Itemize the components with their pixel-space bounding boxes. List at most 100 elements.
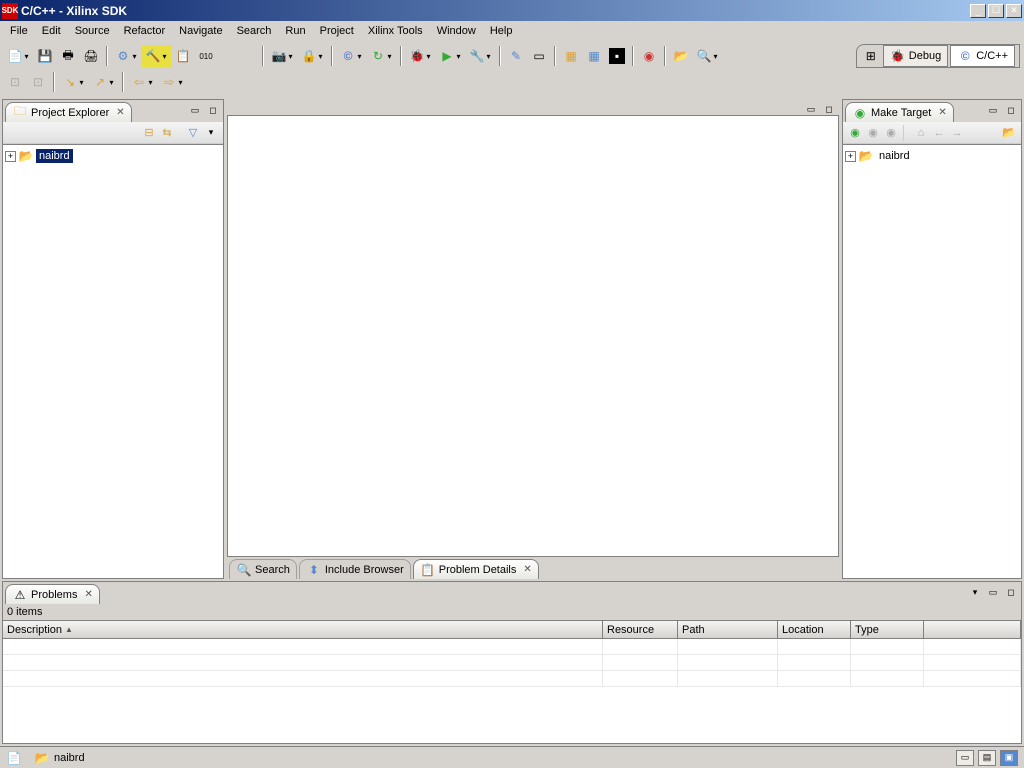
- back-button[interactable]: ⇦▾: [128, 71, 157, 93]
- minimize-view-button[interactable]: ▭: [985, 584, 1001, 600]
- expand-icon[interactable]: +: [5, 151, 16, 162]
- perspective-debug-label: Debug: [909, 50, 941, 62]
- camera-button[interactable]: 📷▾: [268, 45, 297, 67]
- search-tab[interactable]: 🔍 Search: [229, 559, 297, 579]
- search-tool-button[interactable]: 🔍▾: [693, 45, 722, 67]
- project-explorer-tab[interactable]: 🗀 Project Explorer ✕: [5, 102, 132, 122]
- col-description[interactable]: Description▲: [3, 621, 603, 638]
- binary-button[interactable]: 010: [195, 45, 217, 67]
- minimize-button[interactable]: _: [970, 4, 986, 18]
- console-button[interactable]: ▪: [606, 45, 628, 67]
- col-type[interactable]: Type: [851, 621, 924, 638]
- tool-a[interactable]: ⊡: [4, 71, 26, 93]
- refresh-g-button[interactable]: ↻▾: [367, 45, 396, 67]
- minimize-view-button[interactable]: ▭: [985, 102, 1001, 118]
- project-explorer-toolbar: ⊟ ⇆ ▽ ▾: [3, 122, 223, 144]
- window-title: C/C++ - Xilinx SDK: [21, 4, 970, 18]
- collapse-all-button[interactable]: ⊟: [141, 125, 157, 141]
- problems-tab[interactable]: ⚠ Problems ✕: [5, 584, 100, 604]
- menu-run[interactable]: Run: [279, 23, 311, 39]
- menu-navigate[interactable]: Navigate: [173, 23, 228, 39]
- wand-button[interactable]: ✎: [505, 45, 527, 67]
- problem-icon: 📋: [420, 562, 436, 578]
- tree-item[interactable]: + 📂 naibrd: [845, 147, 1019, 165]
- terminal-button[interactable]: ▭: [528, 45, 550, 67]
- problems-table[interactable]: Description▲ Resource Path Location Type: [3, 621, 1021, 743]
- project-label[interactable]: naibrd: [36, 149, 73, 163]
- maximize-view-button[interactable]: ◻: [1003, 102, 1019, 118]
- col-location[interactable]: Location: [778, 621, 851, 638]
- tree-item[interactable]: + 📂 naibrd: [5, 147, 221, 165]
- menu-refactor[interactable]: Refactor: [118, 23, 172, 39]
- close-tab-icon[interactable]: ✕: [523, 564, 531, 575]
- build-button[interactable]: ⚙▾: [112, 45, 141, 67]
- save-button[interactable]: 💾: [34, 45, 56, 67]
- minimize-view-button[interactable]: ▭: [187, 102, 203, 118]
- menu-source[interactable]: Source: [69, 23, 116, 39]
- mt-folder-button[interactable]: 📂: [1001, 125, 1017, 141]
- menu-help[interactable]: Help: [484, 23, 519, 39]
- grid2-button[interactable]: ▦: [583, 45, 605, 67]
- open-folder-button[interactable]: 📂: [670, 45, 692, 67]
- menu-file[interactable]: File: [4, 23, 34, 39]
- maximize-view-button[interactable]: ◻: [1003, 584, 1019, 600]
- grid1-button[interactable]: ▦: [560, 45, 582, 67]
- link-editor-button[interactable]: ⇆: [159, 125, 175, 141]
- nav-next-button[interactable]: ↘▾: [59, 71, 88, 93]
- mt-build-button[interactable]: ◉: [883, 125, 899, 141]
- col-resource[interactable]: Resource: [603, 621, 678, 638]
- stop-button[interactable]: ◉: [638, 45, 660, 67]
- expand-icon[interactable]: +: [845, 151, 856, 162]
- view-menu-button[interactable]: ▾: [203, 125, 219, 141]
- make-target-tree[interactable]: + 📂 naibrd: [843, 144, 1021, 578]
- perspective-cpp[interactable]: ©C/C++: [950, 45, 1015, 67]
- mt-home-button[interactable]: ⌂: [913, 125, 929, 141]
- make-target-tab[interactable]: ◉ Make Target ✕: [845, 102, 954, 122]
- target-icon: ◉: [852, 105, 868, 121]
- external-button[interactable]: 🔧▾: [466, 45, 495, 67]
- debug-button[interactable]: 🐞▾: [406, 45, 435, 67]
- menu-project[interactable]: Project: [314, 23, 360, 39]
- problem-details-tab[interactable]: 📋 Problem Details ✕: [413, 559, 539, 579]
- forward-button[interactable]: ⇨▾: [158, 71, 187, 93]
- close-tab-icon[interactable]: ✕: [938, 107, 946, 118]
- lock-button[interactable]: 🔒▾: [298, 45, 327, 67]
- mt-back-button[interactable]: ←: [931, 125, 947, 141]
- filter-button[interactable]: ▽: [185, 125, 201, 141]
- close-tab-icon[interactable]: ✕: [84, 589, 92, 600]
- trim-button-2[interactable]: ▤: [978, 750, 996, 766]
- col-path[interactable]: Path: [678, 621, 778, 638]
- refresh-c-button[interactable]: ©▾: [337, 45, 366, 67]
- project-explorer-tree[interactable]: + 📂 naibrd: [3, 144, 223, 578]
- new-button[interactable]: 📄▾: [4, 45, 33, 67]
- tool-b[interactable]: ⊡: [27, 71, 49, 93]
- trim-button-1[interactable]: ▭: [956, 750, 974, 766]
- maximize-button[interactable]: ☐: [988, 4, 1004, 18]
- close-button[interactable]: ✕: [1006, 4, 1022, 18]
- include-browser-tab[interactable]: ⬍ Include Browser: [299, 559, 411, 579]
- mt-forward-button[interactable]: →: [949, 125, 965, 141]
- project-label[interactable]: naibrd: [876, 149, 913, 163]
- trim-button-3[interactable]: ▣: [1000, 750, 1018, 766]
- editor-area[interactable]: [227, 115, 839, 557]
- perspective-debug[interactable]: 🐞Debug: [883, 45, 948, 67]
- close-tab-icon[interactable]: ✕: [116, 107, 124, 118]
- mt-add-button[interactable]: ◉: [847, 125, 863, 141]
- run-button[interactable]: ▶▾: [436, 45, 465, 67]
- menu-window[interactable]: Window: [431, 23, 482, 39]
- menu-edit[interactable]: Edit: [36, 23, 67, 39]
- target-button[interactable]: 📋: [172, 45, 194, 67]
- maximize-view-button[interactable]: ◻: [205, 102, 221, 118]
- sort-asc-icon: ▲: [65, 625, 73, 634]
- mt-edit-button[interactable]: ◉: [865, 125, 881, 141]
- toolbar-row-1: 📄▾ 💾 🖶 🖨 ⚙▾ 🔨▾ 📋 010 📷▾ 🔒▾ ©▾ ↻▾ 🐞▾ ▶▾ 🔧…: [0, 43, 1024, 69]
- nav-prev-button[interactable]: ↗▾: [89, 71, 118, 93]
- open-perspective-button[interactable]: ⊞: [861, 46, 881, 66]
- menu-search[interactable]: Search: [231, 23, 278, 39]
- menu-xilinx-tools[interactable]: Xilinx Tools: [362, 23, 429, 39]
- save-all-button[interactable]: 🖶: [57, 45, 79, 67]
- build-all-button[interactable]: 🔨▾: [142, 45, 171, 67]
- print-button[interactable]: 🖨: [80, 45, 102, 67]
- problems-menu-button[interactable]: ▾: [967, 584, 983, 600]
- include-browser-label: Include Browser: [325, 564, 404, 576]
